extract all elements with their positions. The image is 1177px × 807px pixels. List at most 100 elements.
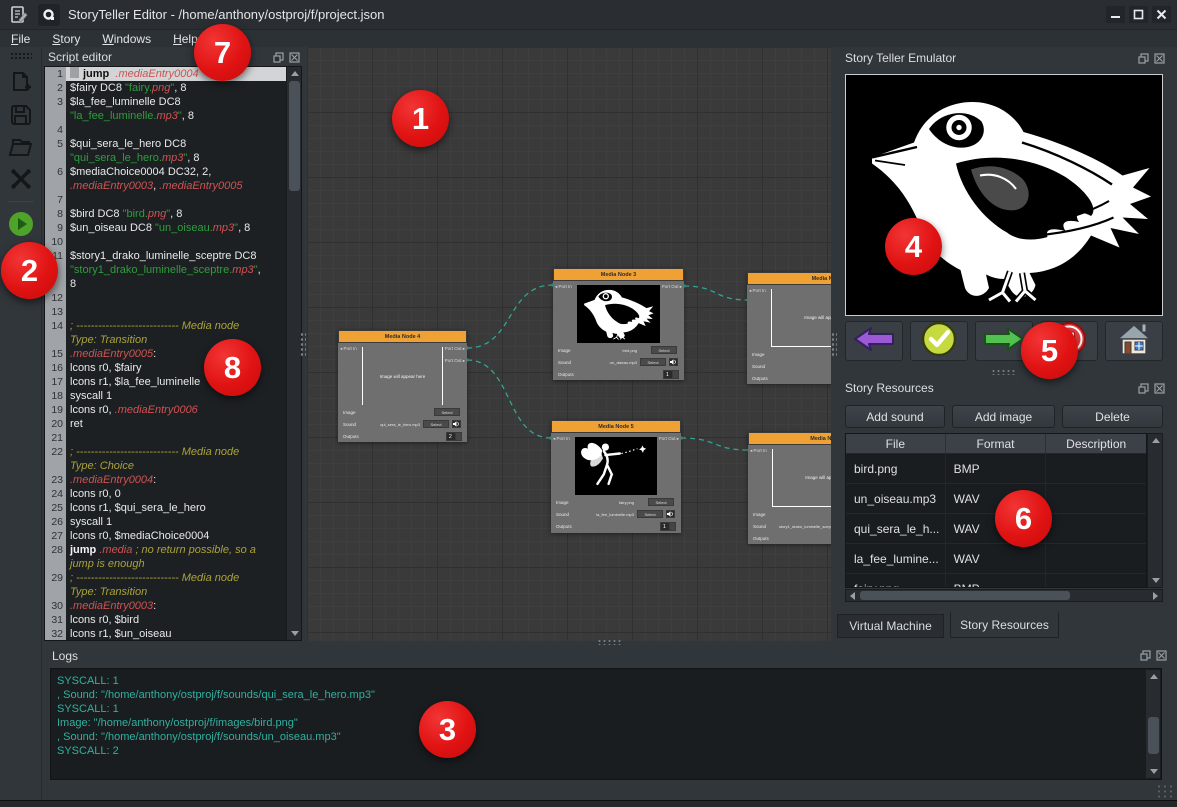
scroll-thumb[interactable]	[289, 81, 300, 191]
select-button[interactable]: Select	[640, 358, 666, 366]
port-out-label[interactable]: Port Out ▸	[659, 436, 679, 442]
table-row[interactable]: fairy.pngBMP	[846, 574, 1146, 588]
select-button[interactable]: Select	[423, 420, 449, 428]
column-header-description[interactable]: Description	[1046, 434, 1146, 453]
media-node[interactable]: Media Node 6◂ Port InImage will appear h…	[748, 432, 831, 544]
code-line[interactable]: 3$la_fee_luminelle DC8	[45, 95, 286, 109]
table-row[interactable]: la_fee_lumine...WAV	[846, 544, 1146, 574]
splitter-handle[interactable]	[991, 369, 1017, 375]
resize-grip[interactable]	[1156, 784, 1174, 799]
column-header-format[interactable]: Format	[946, 434, 1047, 453]
add-sound-button[interactable]: Add sound	[845, 405, 945, 428]
code-line[interactable]: 31lcons r0, $bird	[45, 613, 286, 627]
menu-windows[interactable]: Windows	[91, 31, 162, 47]
code-line[interactable]: 1jump .mediaEntry0004	[45, 67, 286, 81]
code-line[interactable]: 7	[45, 193, 286, 207]
run-button-icon[interactable]	[6, 210, 36, 238]
code-line[interactable]: 30.mediaEntry0003:	[45, 599, 286, 613]
code-line[interactable]: 20ret	[45, 417, 286, 431]
media-node[interactable]: Media Node 3◂ Port InPort Out ▸Imagebird…	[553, 268, 684, 380]
code-line[interactable]: 6$mediaChoice0004 DC32, 2,	[45, 165, 286, 179]
scroll-down-icon[interactable]	[1146, 765, 1161, 778]
tab-story-resources[interactable]: Story Resources	[950, 612, 1059, 638]
ok-button[interactable]	[910, 321, 968, 361]
code-line[interactable]: 2$fairy DC8 "fairy.png", 8	[45, 81, 286, 95]
code-line[interactable]: 22; ---------------------------- Media n…	[45, 445, 286, 459]
node-graph-canvas[interactable]: Media Node 4 ◂ Port In Port Out ▸ Port Out …	[307, 47, 831, 641]
port-in-label[interactable]: ◂ Port In	[750, 448, 767, 454]
scroll-thumb[interactable]	[860, 591, 1070, 600]
code-line[interactable]: 26syscall 1	[45, 515, 286, 529]
port-in-label[interactable]: ◂ Port In	[749, 288, 766, 294]
code-line[interactable]: 11$story1_drako_luminelle_sceptre DC8	[45, 249, 286, 263]
code-line[interactable]: "story1_drako_luminelle_sceptre.mp3",	[45, 263, 286, 277]
media-node-title[interactable]: Media Node 4	[338, 330, 467, 343]
close-button-icon[interactable]	[1152, 6, 1171, 23]
media-node-title[interactable]: Media Node 5	[551, 420, 681, 433]
port-out-label[interactable]: Port Out ▸	[445, 346, 465, 352]
resources-table-hscrollbar[interactable]	[845, 589, 1163, 602]
splitter-handle[interactable]	[300, 332, 306, 358]
save-button-icon[interactable]	[6, 101, 36, 129]
port-in-label[interactable]: ◂ Port In	[340, 346, 357, 352]
back-button[interactable]	[845, 321, 903, 361]
new-file-button-icon[interactable]	[6, 69, 36, 97]
home-button[interactable]	[1105, 321, 1163, 361]
code-line[interactable]: 18syscall 1	[45, 389, 286, 403]
code-line[interactable]: 25lcons r1, $qui_sera_le_hero	[45, 501, 286, 515]
scroll-left-icon[interactable]	[846, 590, 859, 601]
logs-output[interactable]: SYSCALL: 1, Sound: "/home/anthony/ostpro…	[50, 668, 1162, 780]
code-line[interactable]: 8	[45, 277, 286, 291]
maximize-button-icon[interactable]	[1129, 6, 1148, 23]
port-in-label[interactable]: ◂ Port In	[555, 284, 572, 290]
select-button[interactable]: Select	[637, 510, 663, 518]
port-out-label[interactable]: Port Out ▸	[445, 358, 465, 364]
media-node[interactable]: Media Node◂ Port InImage will appear her…	[747, 272, 831, 384]
speaker-icon[interactable]	[666, 510, 675, 518]
script-editor-scrollbar[interactable]	[286, 67, 301, 640]
code-line[interactable]: 21	[45, 431, 286, 445]
splitter-handle[interactable]	[597, 639, 623, 645]
code-line[interactable]: .mediaEntry0003, .mediaEntry0005	[45, 179, 286, 193]
code-line[interactable]: 32lcons r1, $un_oiseau	[45, 627, 286, 641]
titlebar[interactable]: StoryTeller Editor - /home/anthony/ostpr…	[0, 0, 1177, 30]
resources-table-vscrollbar[interactable]	[1147, 433, 1163, 588]
script-editor[interactable]: 1jump .mediaEntry00042$fairy DC8 "fairy.…	[44, 66, 302, 641]
scroll-up-icon[interactable]	[287, 67, 302, 80]
code-line[interactable]: 28jump .media ; no return possible, so a	[45, 543, 286, 557]
code-line[interactable]: 19lcons r0, .mediaEntry0006	[45, 403, 286, 417]
code-line[interactable]: 27lcons r0, $mediaChoice0004	[45, 529, 286, 543]
node-connection[interactable]	[467, 285, 553, 348]
close-project-button-icon[interactable]	[6, 165, 36, 193]
media-node-title[interactable]: Media Node 3	[553, 268, 684, 281]
select-button[interactable]: Select	[648, 498, 674, 506]
float-panel-icon[interactable]	[1137, 382, 1149, 394]
scroll-up-icon[interactable]	[1148, 434, 1163, 447]
minimize-button-icon[interactable]	[1106, 6, 1125, 23]
outputs-spinner[interactable]: 1	[663, 370, 679, 379]
media-node[interactable]: Media Node 5◂ Port InPort Out ▸Imagefair…	[551, 420, 681, 533]
node-connection[interactable]	[684, 286, 748, 300]
code-line[interactable]: 13	[45, 305, 286, 319]
menu-file[interactable]: File	[0, 31, 41, 47]
code-line[interactable]: 24lcons r0, 0	[45, 487, 286, 501]
select-button[interactable]: Select	[651, 346, 677, 354]
code-line[interactable]: "qui_sera_le_hero.mp3", 8	[45, 151, 286, 165]
close-panel-icon[interactable]	[1153, 52, 1165, 64]
table-row[interactable]: bird.pngBMP	[846, 454, 1146, 484]
media-node-title[interactable]: Media Node 6	[748, 432, 831, 445]
logs-scrollbar[interactable]	[1145, 670, 1160, 778]
toolbar-grip[interactable]	[10, 52, 32, 59]
float-panel-icon[interactable]	[272, 51, 284, 63]
port-in-label[interactable]: ◂ Port In	[553, 436, 570, 442]
media-node-title[interactable]: Media Node	[747, 272, 831, 285]
splitter-handle[interactable]	[831, 332, 837, 358]
node-connection[interactable]	[467, 360, 551, 438]
select-button[interactable]: Select	[434, 408, 460, 416]
code-line[interactable]: 4	[45, 123, 286, 137]
code-line[interactable]: 29; ---------------------------- Media n…	[45, 571, 286, 585]
outputs-spinner[interactable]: 2	[446, 432, 462, 441]
code-line[interactable]: "la_fee_luminelle.mp3", 8	[45, 109, 286, 123]
float-panel-icon[interactable]	[1139, 650, 1151, 662]
delete-button[interactable]: Delete	[1062, 405, 1163, 428]
